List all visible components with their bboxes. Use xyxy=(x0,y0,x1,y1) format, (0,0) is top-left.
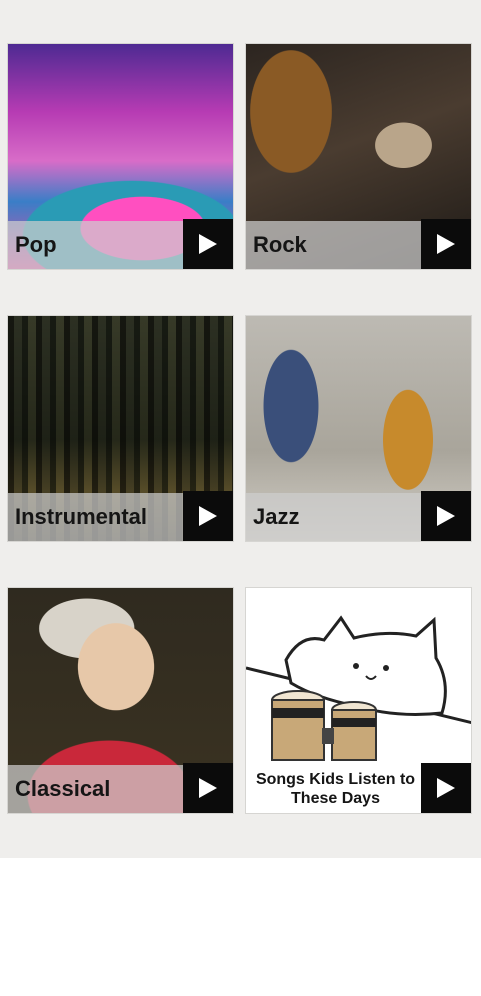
play-icon xyxy=(437,506,455,526)
genre-tile-songs-kids-listen-to[interactable]: Songs Kids Listen to These Days xyxy=(245,587,472,814)
genre-label: Classical xyxy=(8,765,185,813)
play-icon xyxy=(199,234,217,254)
genre-tile-jazz[interactable]: Jazz xyxy=(245,315,472,542)
play-icon xyxy=(437,778,455,798)
genre-label: Jazz xyxy=(246,493,423,541)
genre-tile-rock[interactable]: Rock xyxy=(245,43,472,270)
genre-tile-instrumental[interactable]: Instrumental xyxy=(7,315,234,542)
play-button[interactable] xyxy=(183,219,233,269)
play-button[interactable] xyxy=(421,491,471,541)
genre-tile-pop[interactable]: Pop xyxy=(7,43,234,270)
play-icon xyxy=(199,506,217,526)
play-icon xyxy=(199,778,217,798)
genre-label: Pop xyxy=(8,221,185,269)
play-button[interactable] xyxy=(421,219,471,269)
genre-tile-classical[interactable]: Classical xyxy=(7,587,234,814)
play-button[interactable] xyxy=(183,491,233,541)
play-button[interactable] xyxy=(183,763,233,813)
genre-label: Instrumental xyxy=(8,493,185,541)
play-button[interactable] xyxy=(421,763,471,813)
genre-label: Rock xyxy=(246,221,423,269)
play-icon xyxy=(437,234,455,254)
genre-grid-panel: Pop Rock Instrumental Jazz Classical Son… xyxy=(0,0,481,858)
genre-label: Songs Kids Listen to These Days xyxy=(246,765,423,813)
